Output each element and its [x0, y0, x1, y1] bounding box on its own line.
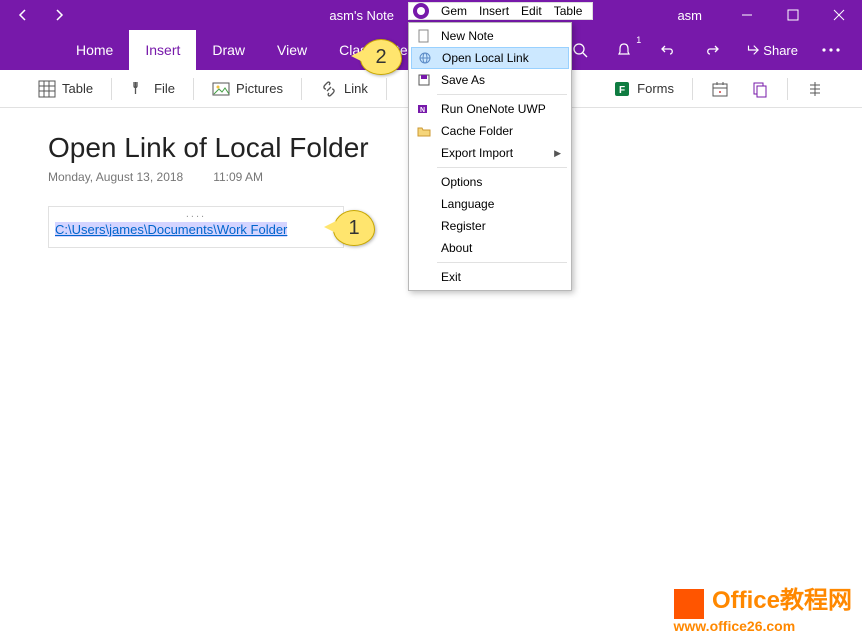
local-folder-link[interactable]: C:\Users\james\Documents\Work Folder	[55, 222, 287, 237]
menu-save-as-label: Save As	[441, 73, 485, 87]
menu-register-label: Register	[441, 219, 486, 233]
new-note-icon	[415, 27, 433, 45]
user-name[interactable]: asm	[655, 8, 724, 23]
equation-button[interactable]	[796, 76, 834, 102]
more-button[interactable]	[812, 35, 850, 65]
menu-separator	[437, 262, 567, 263]
tab-draw[interactable]: Draw	[196, 30, 261, 70]
save-icon	[415, 71, 433, 89]
onenote-icon: N	[415, 100, 433, 118]
gem-insert-menu[interactable]: Insert	[473, 4, 515, 18]
link-button[interactable]: Link	[310, 76, 378, 102]
blank-icon	[415, 144, 433, 162]
menu-cache-folder-label: Cache Folder	[441, 124, 513, 138]
globe-icon	[416, 49, 434, 67]
pictures-label: Pictures	[236, 81, 283, 96]
menu-options[interactable]: Options	[411, 171, 569, 193]
meeting-button[interactable]	[701, 76, 739, 102]
menu-options-label: Options	[441, 175, 482, 189]
separator	[787, 78, 788, 100]
maximize-button[interactable]	[770, 0, 816, 30]
menu-save-as[interactable]: Save As	[411, 69, 569, 91]
close-button[interactable]	[816, 0, 862, 30]
watermark: Office教程网 www.office26.com	[674, 588, 852, 634]
menu-run-onenote-uwp-label: Run OneNote UWP	[441, 102, 546, 116]
menu-language-label: Language	[441, 197, 494, 211]
blank-icon	[415, 195, 433, 213]
tab-home[interactable]: Home	[60, 30, 129, 70]
menu-exit-label: Exit	[441, 270, 461, 284]
menu-run-onenote-uwp[interactable]: N Run OneNote UWP	[411, 98, 569, 120]
note-container[interactable]: .... C:\Users\james\Documents\Work Folde…	[48, 206, 344, 248]
table-button[interactable]: Table	[28, 76, 103, 102]
separator	[692, 78, 693, 100]
share-button[interactable]: Share	[737, 43, 806, 58]
menu-open-local-link-label: Open Local Link	[442, 51, 529, 65]
page-time: 11:09 AM	[213, 170, 263, 184]
notifications-button[interactable]: 1	[605, 35, 643, 65]
forward-button[interactable]	[50, 6, 68, 24]
separator	[111, 78, 112, 100]
note-drag-handle[interactable]: ....	[49, 207, 343, 221]
back-button[interactable]	[14, 6, 32, 24]
gem-menu[interactable]: Gem	[435, 4, 473, 18]
pictures-button[interactable]: Pictures	[202, 76, 293, 102]
gem-menubar: Gem Insert Edit Table	[408, 2, 593, 20]
file-button[interactable]: File	[120, 76, 185, 102]
blank-icon	[415, 239, 433, 257]
page-date: Monday, August 13, 2018	[48, 170, 183, 184]
menu-new-note-label: New Note	[441, 29, 494, 43]
separator	[301, 78, 302, 100]
watermark-title: Office教程网	[712, 587, 852, 614]
undo-button[interactable]	[649, 35, 687, 65]
folder-icon	[415, 122, 433, 140]
watermark-logo-icon	[674, 589, 704, 619]
menu-export-import-label: Export Import	[441, 146, 513, 160]
menu-separator	[437, 94, 567, 95]
submenu-arrow-icon: ▶	[554, 148, 561, 159]
share-label: Share	[763, 43, 798, 58]
link-label: Link	[344, 81, 368, 96]
tab-insert[interactable]: Insert	[129, 30, 196, 70]
gem-orb-icon[interactable]	[413, 3, 429, 19]
blank-icon	[415, 268, 433, 286]
table-label: Table	[62, 81, 93, 96]
svg-text:F: F	[619, 85, 625, 96]
menu-about[interactable]: About	[411, 237, 569, 259]
svg-text:N: N	[420, 107, 425, 114]
menu-open-local-link[interactable]: Open Local Link	[411, 47, 569, 69]
forms-button[interactable]: F Forms	[603, 76, 684, 102]
gem-table-menu[interactable]: Table	[548, 4, 589, 18]
callout-1: 1	[333, 210, 375, 246]
menu-register[interactable]: Register	[411, 215, 569, 237]
minimize-button[interactable]	[724, 0, 770, 30]
menu-separator	[437, 167, 567, 168]
menu-about-label: About	[441, 241, 472, 255]
file-label: File	[154, 81, 175, 96]
menu-cache-folder[interactable]: Cache Folder	[411, 120, 569, 142]
watermark-url: www.office26.com	[674, 619, 852, 634]
menu-new-note[interactable]: New Note	[411, 25, 569, 47]
menu-exit[interactable]: Exit	[411, 266, 569, 288]
blank-icon	[415, 173, 433, 191]
redo-button[interactable]	[693, 35, 731, 65]
tab-view[interactable]: View	[261, 30, 323, 70]
menu-export-import[interactable]: Export Import ▶	[411, 142, 569, 164]
copy-button[interactable]	[741, 76, 779, 102]
separator	[193, 78, 194, 100]
separator	[386, 78, 387, 100]
notifications-badge: 1	[636, 35, 641, 45]
menu-language[interactable]: Language	[411, 193, 569, 215]
gem-dropdown: New Note Open Local Link Save As N Run O…	[408, 22, 572, 291]
gem-edit-menu[interactable]: Edit	[515, 4, 548, 18]
callout-2: 2	[360, 39, 402, 75]
forms-label: Forms	[637, 81, 674, 96]
blank-icon	[415, 217, 433, 235]
